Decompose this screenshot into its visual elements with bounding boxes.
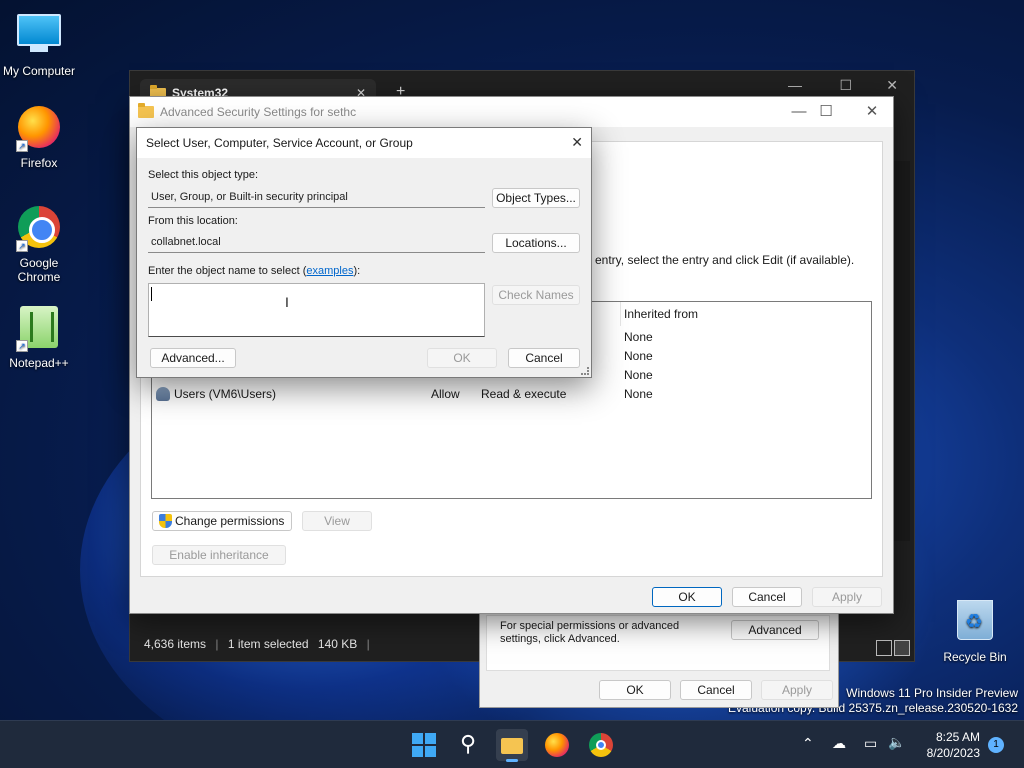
chrome-taskbar-button[interactable] [585,729,617,761]
row-inherited-2: None [624,349,653,363]
folder-icon [138,103,154,118]
close-icon[interactable]: ✕ [571,134,583,151]
check-names-button[interactable]: Check Names [492,285,580,305]
properties-note: For special permissions or advanced sett… [500,620,680,645]
cancel-button[interactable]: Cancel [508,348,580,368]
object-types-button[interactable]: Object Types... [492,188,580,208]
object-name-input[interactable]: I [148,283,485,337]
desktop-icon-label: Firefox [20,156,58,170]
users-group-icon [156,387,170,401]
status-selected: 1 item selected [227,637,309,651]
network-disconnected-icon[interactable]: ☁ [832,735,846,752]
object-name-label: Enter the object name to select (example… [148,265,360,277]
desktop-icon-firefox[interactable]: ↗ Firefox [1,104,77,170]
row-inherited-3: None [624,368,653,382]
object-name-label-prefix: Enter the object name to select ( [148,265,307,277]
close-icon[interactable]: ✕ [851,97,893,127]
advanced-security-titlebar: Advanced Security Settings for sethc — ☐… [130,97,893,127]
change-permissions-label: Change permissions [175,514,285,528]
enable-inheritance-button[interactable]: Enable inheritance [152,545,286,565]
tiles-view-icon[interactable] [894,640,910,656]
clock-date: 8/20/2023 [926,746,980,760]
row-principal: Users (VM6\Users) [174,387,277,401]
object-name-label-suffix: ): [353,265,361,277]
properties-ok-button[interactable]: OK [599,680,671,700]
windows-logo-pane [425,746,436,757]
resize-grip-icon[interactable] [581,367,589,375]
row-access: Read & execute [481,387,567,401]
column-header-inherited-from[interactable]: Inherited from [620,302,872,326]
select-user-dialog: Select User, Computer, Service Account, … [136,127,592,378]
close-icon[interactable]: ✕ [886,77,898,94]
advanced-apply-button[interactable]: Apply [812,587,882,607]
monitor-icon [16,14,62,60]
windows-logo-pane [412,733,423,744]
chrome-icon: ↗ [16,206,62,252]
location-field: collabnet.local [148,231,485,253]
change-permissions-button[interactable]: Change permissions [152,511,292,531]
folder-icon [501,738,523,754]
volume-icon[interactable]: 🔈 [888,734,905,751]
advanced-ok-button[interactable]: OK [652,587,722,607]
locations-button[interactable]: Locations... [492,233,580,253]
object-type-label: Select this object type: [148,169,259,181]
status-size: 140 KB [317,637,358,651]
i-beam-cursor-icon: I [285,294,289,310]
notepadpp-icon: ↗ [16,306,62,352]
row-inherited-4: None [624,387,653,401]
details-view-icon[interactable] [876,640,892,656]
display-icon[interactable]: ▭ [864,735,877,752]
advanced-cancel-button[interactable]: Cancel [732,587,802,607]
chevron-up-icon[interactable]: ⌃ [802,735,814,752]
minimize-icon[interactable]: — [788,77,802,93]
firefox-taskbar-button[interactable] [541,729,573,761]
windows-logo-pane [412,746,423,757]
desktop-icon-notepadpp[interactable]: ↗ Notepad++ [1,304,77,370]
taskbar: ⚲ ⌃ ☁ ▭ 🔈 8:25 AM 8/20/2023 1 [0,720,1024,768]
firefox-icon [545,733,569,757]
desktop-icon-google-chrome[interactable]: ↗ Google Chrome [1,204,77,284]
notification-badge[interactable]: 1 [988,737,1004,753]
maximize-icon[interactable]: ☐ [839,77,852,94]
properties-advanced-button[interactable]: Advanced [731,620,819,640]
status-item-count: 4,636 items [144,637,207,651]
object-type-field: User, Group, or Built-in security princi… [148,186,485,208]
windows-logo-pane [425,733,436,744]
properties-cancel-button[interactable]: Cancel [680,680,752,700]
view-button[interactable]: View [302,511,372,531]
clock-time: 8:25 AM [935,730,980,744]
chrome-icon-center [596,740,606,750]
select-user-titlebar: Select User, Computer, Service Account, … [137,128,591,158]
select-user-title: Select User, Computer, Service Account, … [146,136,413,150]
ok-button[interactable]: OK [427,348,497,368]
firefox-icon: ↗ [16,106,62,152]
table-row[interactable]: Users (VM6\Users) Allow Read & execute N… [155,385,867,405]
properties-apply-button[interactable]: Apply [761,680,833,700]
active-indicator [506,759,518,762]
uac-shield-icon [159,514,172,528]
desktop-icon-label: Google Chrome [17,256,61,284]
examples-link[interactable]: examples [306,265,353,277]
advanced-security-title: Advanced Security Settings for sethc [160,105,357,119]
desktop-icon-label: Notepad++ [9,356,69,370]
row-type: Allow [431,387,460,401]
desktop-icon-label: My Computer [2,64,76,78]
location-label: From this location: [148,215,238,227]
desktop-icon-label: Recycle Bin [943,650,1007,664]
file-explorer-taskbar-button[interactable] [496,729,528,762]
maximize-icon[interactable]: ☐ [805,97,847,127]
start-button[interactable] [408,729,440,761]
text-cursor [151,287,152,301]
desktop-icon-recycle-bin[interactable]: Recycle Bin [937,596,1013,664]
recycle-bin-icon [952,600,998,646]
advanced-button[interactable]: Advanced... [150,348,236,368]
row-inherited-1: None [624,330,653,344]
search-icon[interactable]: ⚲ [452,729,484,761]
clock[interactable]: 8:25 AM 8/20/2023 [918,729,980,761]
instruction-text: entry, select the entry and click Edit (… [595,253,855,267]
desktop-icon-my-computer[interactable]: My Computer [1,10,77,78]
